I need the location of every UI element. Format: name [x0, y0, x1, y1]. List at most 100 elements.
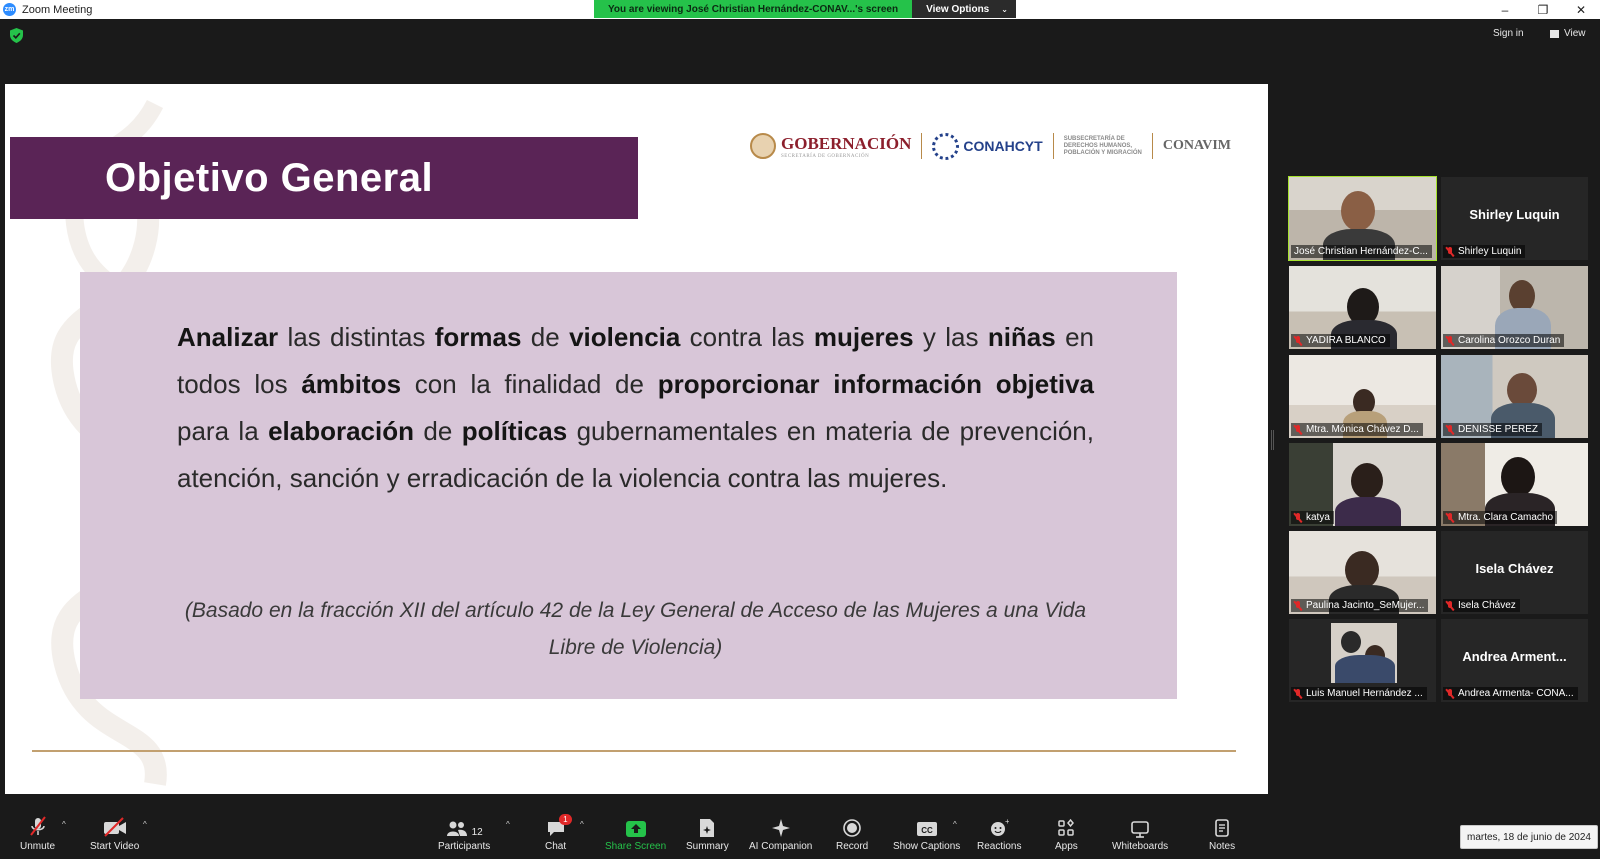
participants-options-caret-icon[interactable]: ^	[506, 820, 510, 829]
captions-options-caret-icon[interactable]: ^	[953, 820, 957, 829]
participant-display-name: Andrea Arment...	[1462, 649, 1567, 664]
participant-name: Andrea Armenta- CONA...	[1443, 687, 1578, 700]
body-text: contra las	[680, 322, 814, 352]
muted-mic-icon	[29, 816, 46, 836]
emphasis-text: Analizar	[177, 322, 279, 352]
participant-tile[interactable]: Shirley Luquin Shirley Luquin	[1441, 177, 1588, 260]
slide-title-band: Objetivo General	[10, 137, 638, 219]
participant-tile[interactable]: Paulina Jacinto_SeMujer...	[1289, 531, 1436, 614]
summary-icon	[700, 819, 715, 837]
emphasis-text: formas	[434, 322, 522, 352]
record-button[interactable]: Record	[836, 816, 868, 852]
chat-button[interactable]: 1 Chat	[545, 814, 572, 852]
participant-name: Isela Chávez	[1443, 599, 1520, 612]
zoom-logo-icon: zm	[3, 3, 16, 16]
restore-button[interactable]: ❐	[1524, 0, 1562, 19]
apps-icon	[1058, 818, 1075, 836]
participant-name: Carolina Orozco Duran	[1443, 334, 1565, 347]
participants-icon	[446, 821, 467, 836]
participant-name: katya	[1291, 511, 1334, 524]
unmute-button[interactable]: Unmute	[20, 816, 55, 852]
close-button[interactable]: ✕	[1562, 0, 1600, 19]
show-captions-label: Show Captions	[893, 841, 961, 852]
participant-tile[interactable]: katya	[1289, 443, 1436, 526]
summary-button[interactable]: Summary	[686, 816, 729, 852]
body-text: de	[521, 322, 570, 352]
emphasis-text: ámbitos	[301, 369, 402, 399]
muted-mic-icon	[1446, 335, 1454, 346]
participant-name: DENISSE PEREZ	[1443, 423, 1543, 436]
svg-text:+: +	[1005, 818, 1009, 826]
participant-name: Paulina Jacinto_SeMujer...	[1291, 599, 1429, 612]
participant-tile[interactable]: DENISSE PEREZ	[1441, 355, 1588, 438]
grid-view-icon	[1550, 29, 1559, 38]
muted-mic-icon	[1294, 688, 1302, 699]
conahcyt-seal-icon	[932, 132, 960, 160]
screen-share-banner: You are viewing José Christian Hernández…	[594, 0, 1016, 18]
legal-basis-note: (Basado en la fracción XII del artículo …	[184, 599, 1087, 659]
logo-divider	[1151, 133, 1153, 159]
participant-tile[interactable]: Isela Chávez Isela Chávez	[1441, 531, 1588, 614]
reactions-icon: +	[991, 818, 1009, 836]
sparkle-icon	[771, 819, 790, 837]
apps-button[interactable]: Apps	[1055, 816, 1078, 852]
chat-options-caret-icon[interactable]: ^	[580, 820, 584, 829]
video-options-caret-icon[interactable]: ^	[143, 820, 147, 829]
muted-mic-icon	[1294, 335, 1302, 346]
share-screen-button[interactable]: Share Screen	[605, 816, 666, 852]
whiteboards-button[interactable]: Whiteboards	[1112, 816, 1168, 852]
ai-companion-button[interactable]: AI Companion	[749, 816, 812, 852]
apps-label: Apps	[1055, 841, 1078, 852]
participant-display-name: Isela Chávez	[1475, 561, 1554, 576]
muted-mic-icon	[1446, 600, 1454, 611]
show-captions-button[interactable]: CC Show Captions	[893, 816, 960, 852]
participant-name: Luis Manuel Hernández ...	[1291, 687, 1427, 700]
chat-label: Chat	[545, 841, 567, 852]
start-video-label: Start Video	[90, 841, 140, 852]
participant-tile[interactable]: Andrea Arment... Andrea Armenta- CONA...	[1441, 619, 1588, 702]
muted-mic-icon	[1294, 600, 1302, 611]
panel-resize-handle[interactable]	[1271, 430, 1274, 450]
institution-logos: GOBERNACIÓN SECRETARÍA DE GOBERNACIÓN CO…	[750, 129, 1245, 163]
view-options-button[interactable]: View Options ⌄	[912, 0, 1016, 18]
participant-tile[interactable]: Mtra. Clara Camacho	[1441, 443, 1588, 526]
emphasis-text: violencia	[569, 322, 681, 352]
minimize-button[interactable]: –	[1486, 0, 1524, 19]
record-icon	[843, 819, 861, 837]
body-text: de	[414, 416, 462, 446]
participants-count: 12	[471, 827, 483, 838]
participant-tile[interactable]: Luis Manuel Hernández ...	[1289, 619, 1436, 702]
body-text: con la finalidad de	[401, 369, 658, 399]
body-text: y las	[913, 322, 988, 352]
participant-tile[interactable]: YADIRA BLANCO	[1289, 266, 1436, 349]
muted-mic-icon	[1446, 246, 1454, 257]
participant-tile[interactable]: José Christian Hernández-C...	[1288, 176, 1437, 261]
reactions-label: Reactions	[977, 841, 1022, 852]
chat-unread-badge: 1	[559, 814, 572, 825]
start-video-button[interactable]: Start Video	[90, 816, 139, 852]
notes-label: Notes	[1209, 841, 1236, 852]
participants-button[interactable]: 12 Participants	[438, 816, 490, 852]
audio-options-caret-icon[interactable]: ^	[62, 820, 66, 829]
sign-in-button[interactable]: Sign in	[1493, 28, 1524, 39]
whiteboard-icon	[1131, 821, 1149, 838]
reactions-button[interactable]: + Reactions	[977, 816, 1021, 852]
record-label: Record	[836, 841, 869, 852]
chevron-down-icon: ⌄	[1001, 4, 1008, 14]
shared-screen[interactable]: Objetivo General GOBERNACIÓN SECRETARÍA …	[5, 84, 1268, 794]
footer-divider	[32, 750, 1236, 752]
participant-name: Shirley Luquin	[1443, 245, 1526, 258]
notes-button[interactable]: Notes	[1209, 816, 1235, 852]
date-badge: martes, 18 de junio de 2024	[1460, 825, 1598, 849]
participant-name: YADIRA BLANCO	[1291, 334, 1390, 347]
participant-display-name: Shirley Luquin	[1469, 207, 1560, 222]
share-screen-label: Share Screen	[605, 841, 667, 852]
view-button[interactable]: View	[1550, 28, 1586, 39]
participant-tile[interactable]: Mtra. Mónica Chávez D...	[1289, 355, 1436, 438]
body-text: las distintas	[278, 322, 435, 352]
emphasis-text: niñas	[987, 322, 1056, 352]
security-shield-icon[interactable]	[10, 28, 23, 43]
participant-tile[interactable]: Carolina Orozco Duran	[1441, 266, 1588, 349]
notes-icon	[1215, 819, 1229, 837]
participants-label: Participants	[438, 841, 491, 852]
